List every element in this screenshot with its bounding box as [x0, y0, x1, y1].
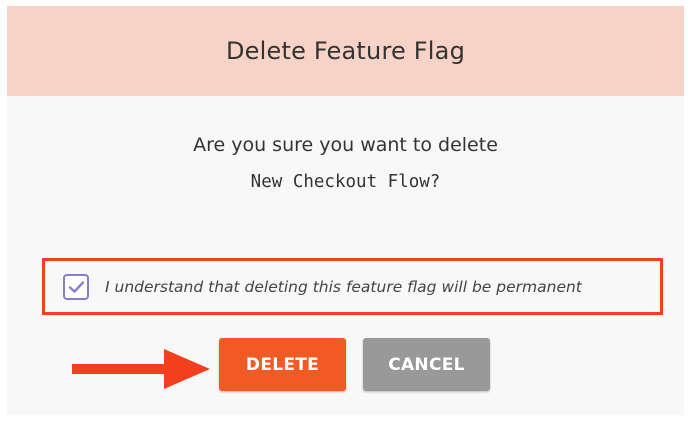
delete-question: Are you sure you want to delete — [193, 134, 498, 156]
delete-button[interactable]: DELETE — [219, 338, 346, 391]
arrow-right-icon — [72, 349, 210, 389]
confirm-permanent-label[interactable]: I understand that deleting this feature … — [105, 278, 582, 296]
screenshot-frame: Delete Feature Flag Are you sure you wan… — [0, 0, 691, 421]
confirm-permanent-checkbox[interactable] — [63, 273, 89, 300]
dialog-header: Delete Feature Flag — [7, 6, 684, 96]
dialog-title: Delete Feature Flag — [225, 37, 466, 65]
cancel-button[interactable]: CANCEL — [363, 338, 490, 391]
feature-flag-name: New Checkout Flow? — [250, 172, 441, 192]
checkmark-icon — [68, 280, 85, 293]
delete-feature-flag-dialog: Delete Feature Flag Are you sure you wan… — [7, 6, 684, 415]
confirmation-highlight-box: I understand that deleting this feature … — [42, 258, 663, 315]
